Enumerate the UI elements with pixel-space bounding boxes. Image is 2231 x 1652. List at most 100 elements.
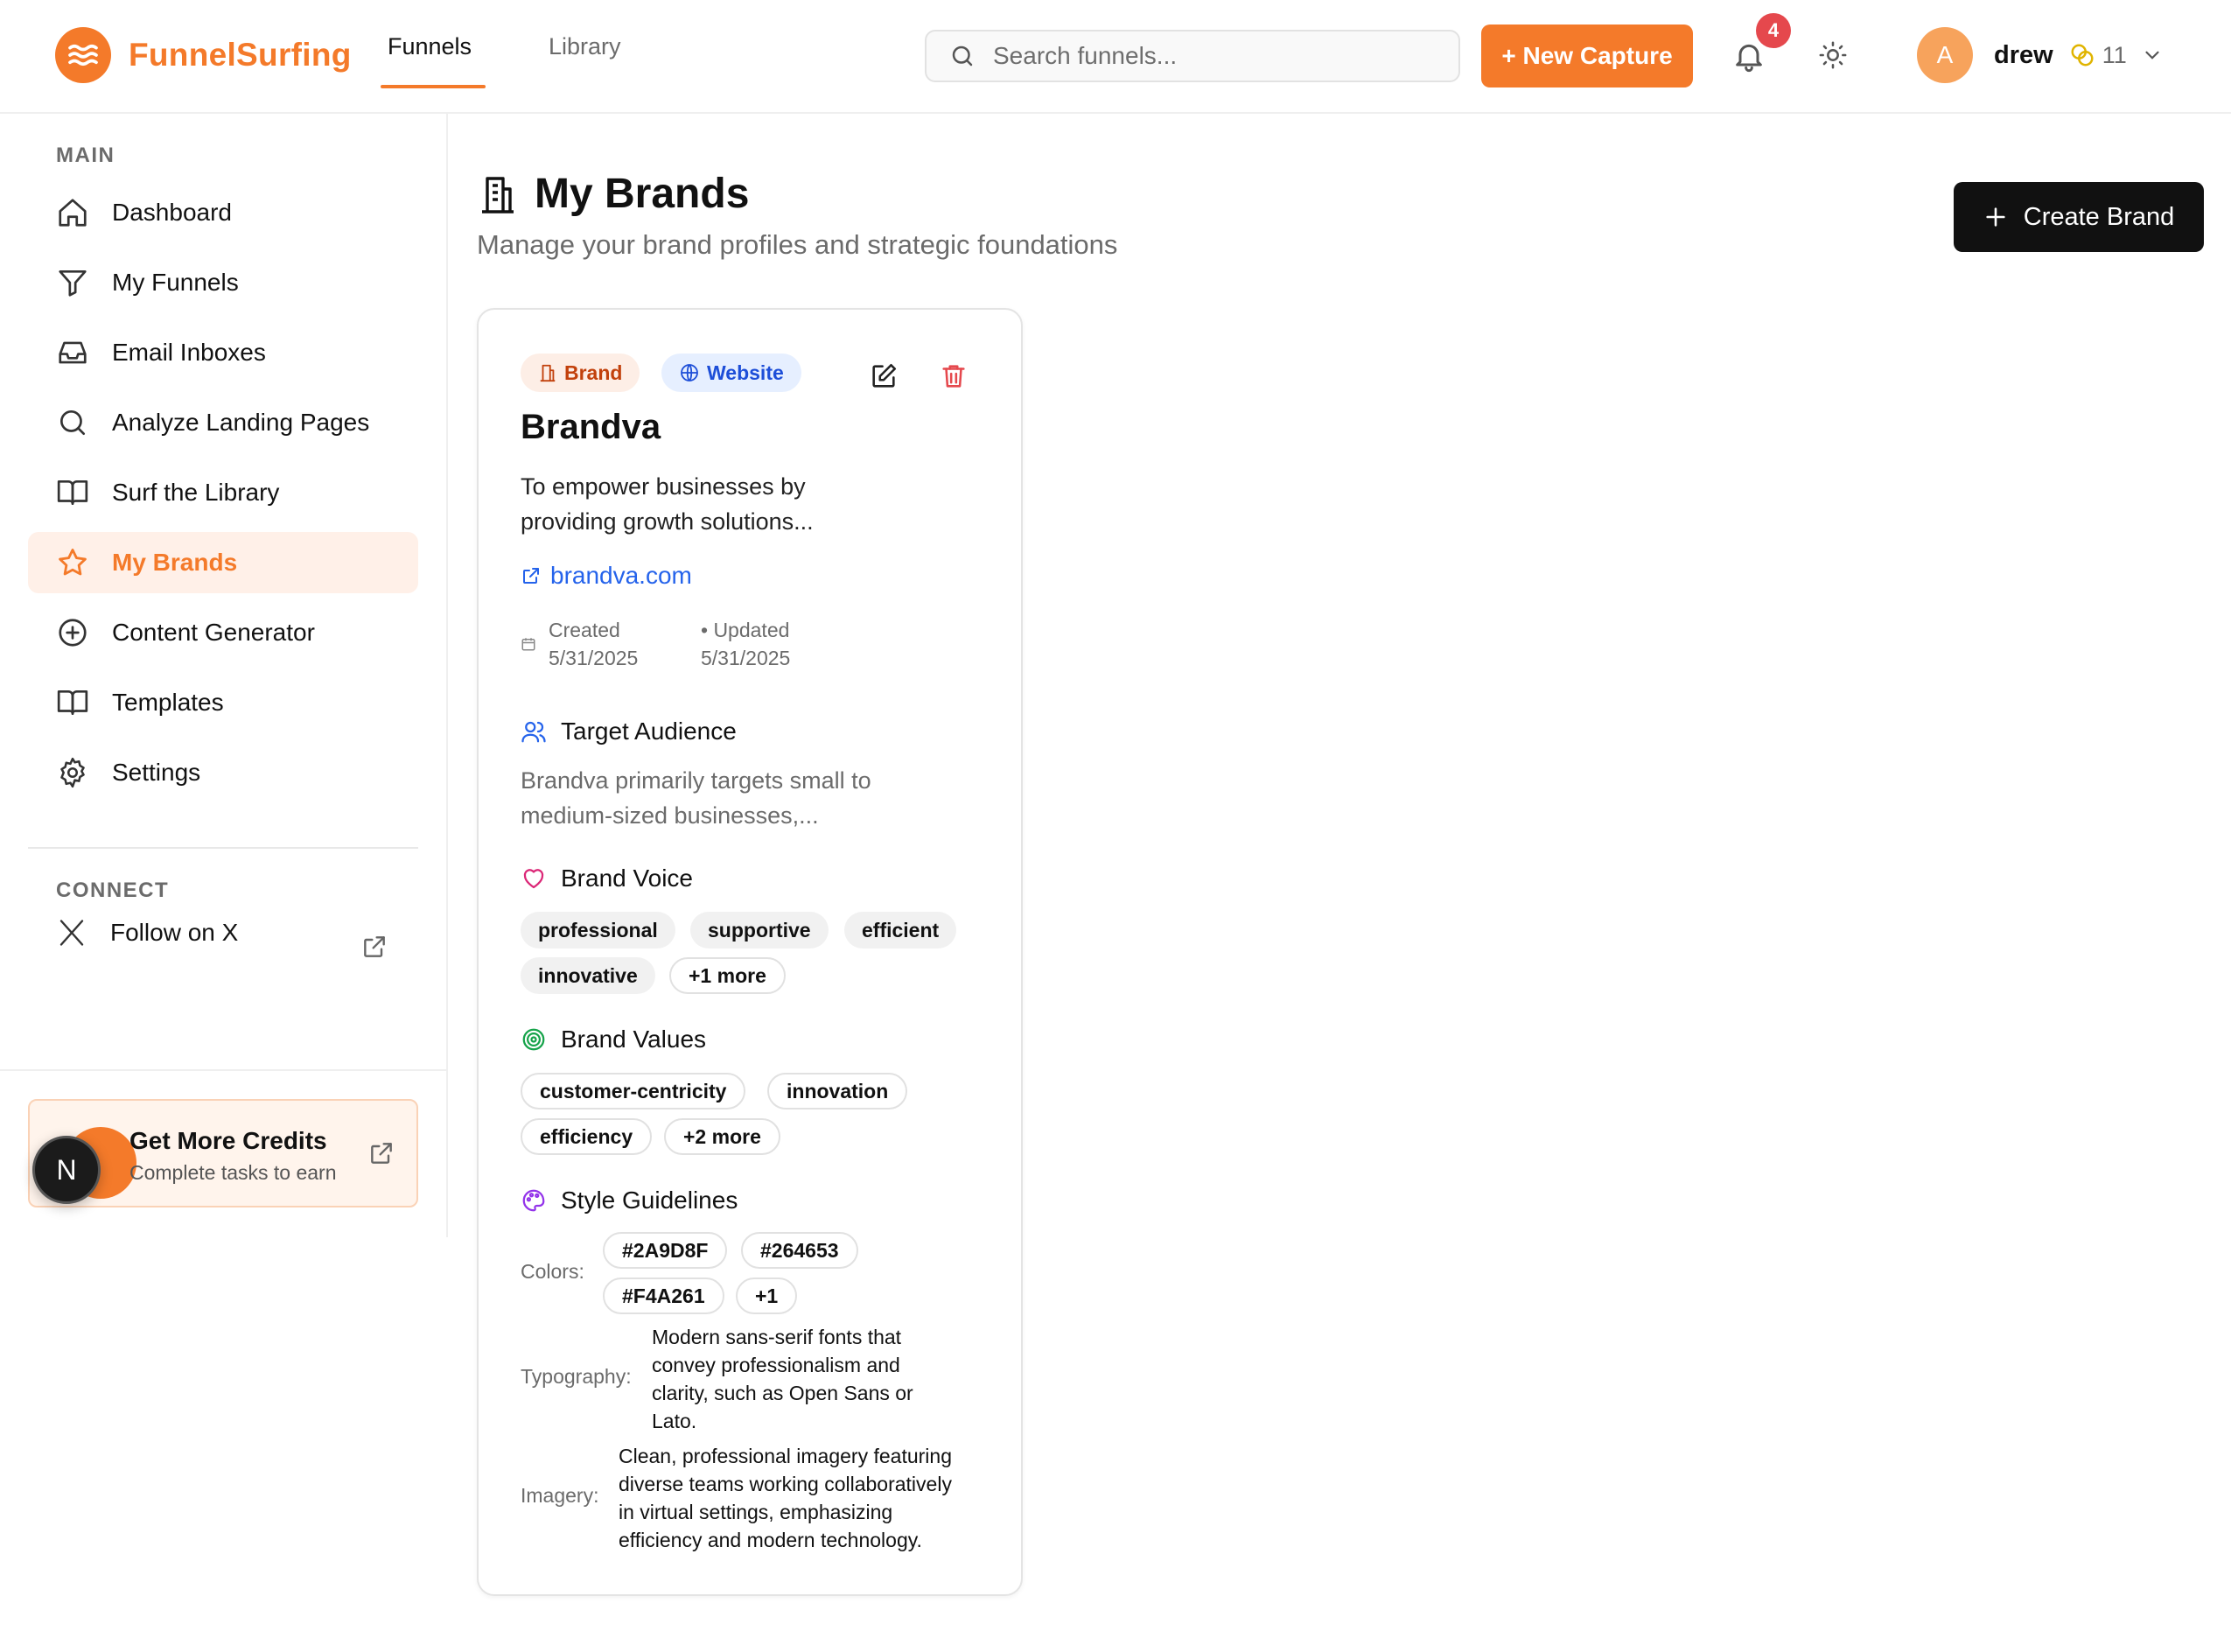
- updated-date: 5/31/2025: [701, 647, 791, 669]
- sidebar-item-label: My Funnels: [112, 269, 239, 296]
- sidebar-item-label: Analyze Landing Pages: [112, 409, 370, 436]
- section-title: Brand Values: [561, 1026, 707, 1053]
- audience-line: medium-sized businesses,...: [521, 802, 819, 829]
- color-tag: #2A9D8F: [603, 1232, 728, 1269]
- sidebar-item-label: Settings: [112, 759, 201, 786]
- globe-icon: [681, 364, 698, 382]
- external-link-icon: [360, 933, 388, 961]
- voice-tag: supportive: [690, 912, 829, 948]
- sidebar-item-dashboard[interactable]: Dashboard: [28, 182, 418, 243]
- avatar: A: [1917, 27, 1973, 83]
- sidebar-item-content-generator[interactable]: Content Generator: [28, 602, 418, 663]
- audience-line: Brandva primarily targets small to: [521, 767, 871, 794]
- voice-tag: professional: [521, 912, 675, 948]
- section-title: Brand Voice: [561, 864, 693, 892]
- updated-label: • Updated: [701, 619, 790, 641]
- website-link[interactable]: brandva.com: [521, 562, 692, 590]
- x-logo-icon: [56, 917, 87, 948]
- mission-line: To empower businesses by: [521, 473, 806, 500]
- brand-values-heading: Brand Values: [521, 1026, 706, 1054]
- voice-more-tag[interactable]: +1 more: [669, 957, 786, 994]
- home-icon: [56, 196, 89, 229]
- building-icon: [477, 173, 519, 215]
- typography-line: convey professionalism and: [652, 1354, 900, 1376]
- building-icon: [540, 364, 556, 382]
- search-box[interactable]: [925, 30, 1460, 82]
- notification-count-badge: 4: [1756, 13, 1791, 48]
- main-section-label: MAIN: [56, 144, 115, 167]
- color-tag: #264653: [741, 1232, 858, 1269]
- credits-count: 11: [2102, 41, 2127, 68]
- sidebar-footer-divider: [0, 1069, 448, 1071]
- value-tag: innovation: [767, 1073, 908, 1110]
- funnel-icon: [56, 266, 89, 299]
- typography-line: clarity, such as Open Sans or: [652, 1382, 913, 1404]
- tab-library[interactable]: Library: [549, 33, 621, 60]
- colors-more-tag[interactable]: +1: [736, 1278, 798, 1314]
- typography-line: Lato.: [652, 1410, 697, 1432]
- user-menu[interactable]: A drew 11: [1917, 27, 2164, 83]
- search-input[interactable]: [993, 42, 1448, 70]
- tab-funnels[interactable]: Funnels: [388, 33, 472, 60]
- plus-circle-icon: [56, 616, 89, 649]
- values-more-tag[interactable]: +2 more: [664, 1118, 780, 1155]
- imagery-text: Clean, professional imagery featuring di…: [619, 1442, 1004, 1554]
- sidebar-item-templates[interactable]: Templates: [28, 672, 418, 733]
- trash-icon[interactable]: [939, 361, 969, 391]
- sidebar-item-my-brands[interactable]: My Brands: [28, 532, 418, 593]
- calendar-icon: [521, 638, 535, 651]
- book-open-icon: [56, 686, 89, 719]
- mission-line: providing growth solutions...: [521, 508, 814, 535]
- brand-card[interactable]: Brand Website Brandva To empower busines…: [477, 308, 1023, 1596]
- floating-n-badge[interactable]: N: [32, 1136, 101, 1204]
- connect-section-label: CONNECT: [56, 878, 170, 902]
- typography-label: Typography:: [521, 1365, 632, 1388]
- sidebar-item-settings[interactable]: Settings: [28, 742, 418, 803]
- created-date: 5/31/2025: [549, 647, 639, 669]
- colors-label: Colors:: [521, 1260, 584, 1283]
- new-capture-button[interactable]: + New Capture: [1481, 24, 1693, 88]
- sidebar-item-my-funnels[interactable]: My Funnels: [28, 252, 418, 313]
- app-logo[interactable]: FunnelSurfing: [55, 27, 352, 83]
- coins-icon: [2069, 42, 2095, 68]
- brand-badge-label: Brand: [564, 360, 623, 384]
- sidebar-divider: [28, 847, 418, 849]
- create-brand-button[interactable]: Create Brand: [1954, 182, 2204, 252]
- style-guidelines-heading: Style Guidelines: [521, 1186, 738, 1214]
- palette-icon: [522, 1189, 545, 1212]
- external-link-icon: [523, 568, 539, 584]
- credits-title: Get More Credits: [129, 1127, 327, 1154]
- plus-icon: [1986, 207, 2005, 227]
- follow-label: Follow on X: [110, 919, 239, 946]
- brand-dates: Created 5/31/2025 • Updated 5/31/2025: [521, 616, 853, 672]
- sun-icon[interactable]: [1818, 40, 1848, 70]
- sidebar-item-email-inboxes[interactable]: Email Inboxes: [28, 322, 418, 383]
- page-subtitle: Manage your brand profiles and strategic…: [477, 229, 1118, 260]
- target-audience-text: Brandva primarily targets small to mediu…: [521, 763, 976, 833]
- external-link-icon: [367, 1139, 395, 1167]
- credits-subtitle: Complete tasks to earn: [129, 1161, 337, 1184]
- heart-icon: [523, 869, 544, 889]
- section-title: Style Guidelines: [561, 1186, 738, 1214]
- sidebar-item-label: My Brands: [112, 549, 238, 576]
- gear-icon: [56, 756, 89, 789]
- website-badge: Website: [661, 354, 801, 392]
- imagery-line: efficiency and modern technology.: [619, 1529, 922, 1551]
- search-icon: [56, 406, 89, 439]
- updated-date-block: • Updated 5/31/2025: [701, 616, 853, 672]
- voice-tag: innovative: [521, 957, 655, 994]
- sidebar-item-surf-the-library[interactable]: Surf the Library: [28, 462, 418, 523]
- page-header: My Brands: [477, 170, 749, 218]
- edit-icon[interactable]: [869, 361, 899, 391]
- voice-tag: efficient: [844, 912, 957, 948]
- value-tag: efficiency: [521, 1118, 653, 1155]
- create-brand-label: Create Brand: [2023, 202, 2175, 231]
- sidebar-item-analyze-landing-pages[interactable]: Analyze Landing Pages: [28, 392, 418, 453]
- color-tag: #F4A261: [603, 1278, 724, 1314]
- section-title: Target Audience: [561, 718, 737, 745]
- brand-name: Brandva: [521, 408, 661, 446]
- typography-line: Modern sans-serif fonts that: [652, 1326, 902, 1348]
- target-icon: [522, 1028, 545, 1051]
- brand-mission: To empower businesses by providing growt…: [521, 469, 976, 539]
- created-label: Created: [549, 619, 620, 641]
